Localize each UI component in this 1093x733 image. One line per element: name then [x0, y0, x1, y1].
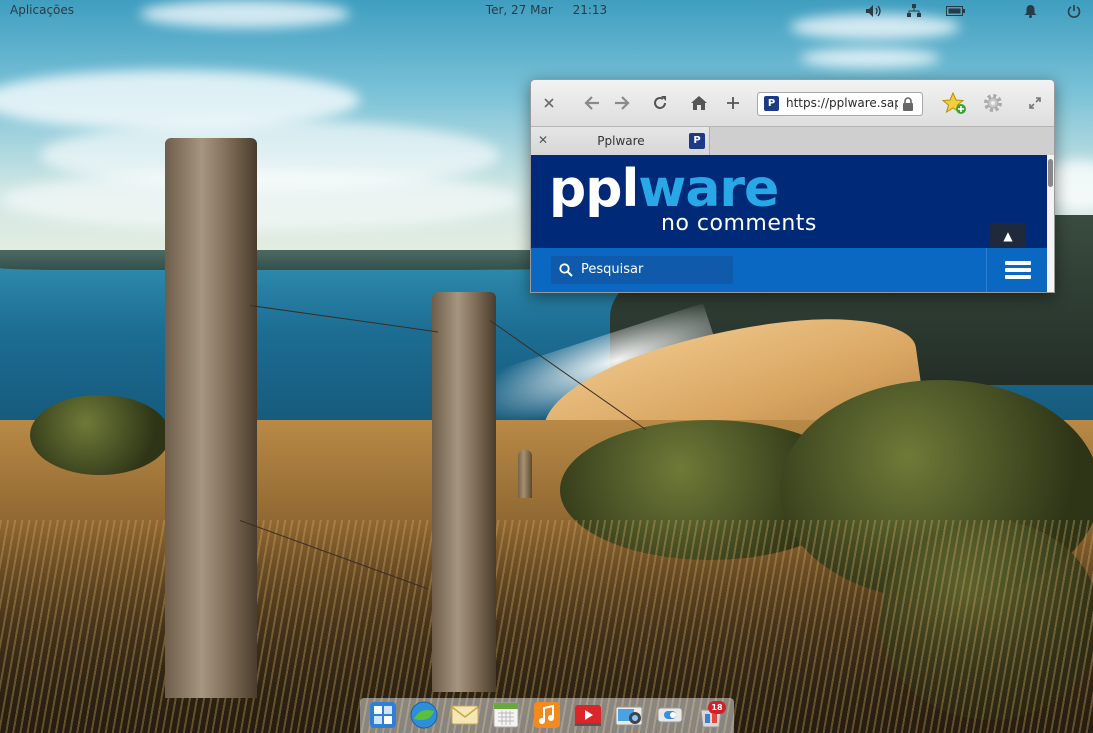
tab-strip: ✕ Pplware P [531, 126, 1054, 156]
logo-text-ppl: ppl [549, 159, 639, 219]
web-browser-icon[interactable] [410, 701, 438, 729]
network-icon[interactable] [904, 2, 924, 20]
dock [360, 698, 734, 733]
hamburger-icon [1005, 268, 1031, 272]
calendar-icon[interactable] [492, 701, 520, 729]
mail-icon[interactable] [451, 701, 479, 729]
hamburger-icon [1005, 261, 1031, 265]
site-menu-button[interactable] [986, 248, 1048, 292]
panel-date: Ter, 27 Mar [485, 3, 553, 17]
tab-title: Pplware [597, 134, 645, 148]
music-icon[interactable] [533, 701, 561, 729]
scroll-to-top-button[interactable]: ▲ [990, 223, 1026, 249]
close-icon [544, 98, 554, 108]
bookmark-star-add-icon [942, 92, 966, 114]
tab-favicon: P [689, 133, 705, 149]
videos-icon[interactable] [574, 701, 602, 729]
wallpaper-fence-post [165, 138, 257, 698]
appcenter-updates-badge: 18 [708, 701, 726, 714]
wallpaper-fence-post [432, 292, 496, 692]
address-bar[interactable]: P https://pplware.sapo [757, 92, 923, 116]
arrow-right-icon [615, 96, 630, 110]
volume-icon[interactable] [863, 2, 885, 20]
hamburger-icon [1005, 275, 1031, 279]
wallpaper-bush [30, 395, 170, 475]
panel-time: 21:13 [572, 3, 608, 17]
settings-button[interactable] [981, 92, 1005, 114]
close-window-button[interactable] [539, 94, 559, 112]
reload-button[interactable] [649, 94, 671, 112]
home-button[interactable] [687, 94, 711, 112]
site-tagline: no comments [661, 211, 817, 236]
back-button[interactable] [581, 94, 603, 112]
battery-icon[interactable] [944, 2, 968, 20]
site-favicon: P [764, 96, 779, 111]
wallpaper-cloud [0, 170, 520, 230]
multitasking-view-icon[interactable] [369, 701, 397, 729]
web-page-content: pplware no comments ▲ Pesquisar [531, 155, 1054, 292]
address-bar-url[interactable]: https://pplware.sapo [786, 96, 898, 110]
forward-button[interactable] [611, 94, 633, 112]
site-logo[interactable]: pplware [549, 163, 779, 215]
photos-icon[interactable] [615, 701, 643, 729]
wallpaper-cloud [800, 48, 940, 68]
reload-icon [654, 96, 666, 109]
panel-clock[interactable]: Ter, 27 Mar 21:13 [0, 3, 1093, 17]
search-icon [559, 263, 573, 277]
site-search-box[interactable]: Pesquisar [551, 256, 733, 284]
browser-window[interactable]: P https://pplware.sapo ✕ Pplware P pplwa… [530, 79, 1055, 293]
site-navbar: Pesquisar [531, 248, 1047, 292]
power-icon[interactable] [1064, 2, 1084, 20]
home-icon [691, 96, 707, 110]
top-panel: Aplicações Ter, 27 Mar 21:13 [0, 0, 1093, 22]
wallpaper-fence-post [518, 450, 532, 498]
plus-icon [727, 97, 739, 109]
tab-close-icon[interactable]: ✕ [538, 133, 548, 147]
bookmark-button[interactable] [942, 92, 968, 116]
page-scrollbar[interactable] [1047, 155, 1054, 292]
gear-icon [984, 94, 1002, 112]
maximize-button[interactable] [1025, 94, 1045, 112]
new-tab-button[interactable] [723, 94, 743, 112]
lock-icon [903, 97, 913, 111]
arrow-left-icon [584, 96, 599, 110]
browser-toolbar: P https://pplware.sapo [531, 80, 1054, 126]
scrollbar-thumb[interactable] [1048, 159, 1053, 187]
search-placeholder: Pesquisar [581, 262, 644, 277]
logo-text-ware: ware [638, 159, 779, 219]
tab-pplware[interactable]: ✕ Pplware P [531, 127, 710, 155]
expand-icon [1029, 97, 1041, 109]
notifications-icon[interactable] [1020, 2, 1040, 20]
system-settings-icon[interactable] [656, 701, 684, 729]
